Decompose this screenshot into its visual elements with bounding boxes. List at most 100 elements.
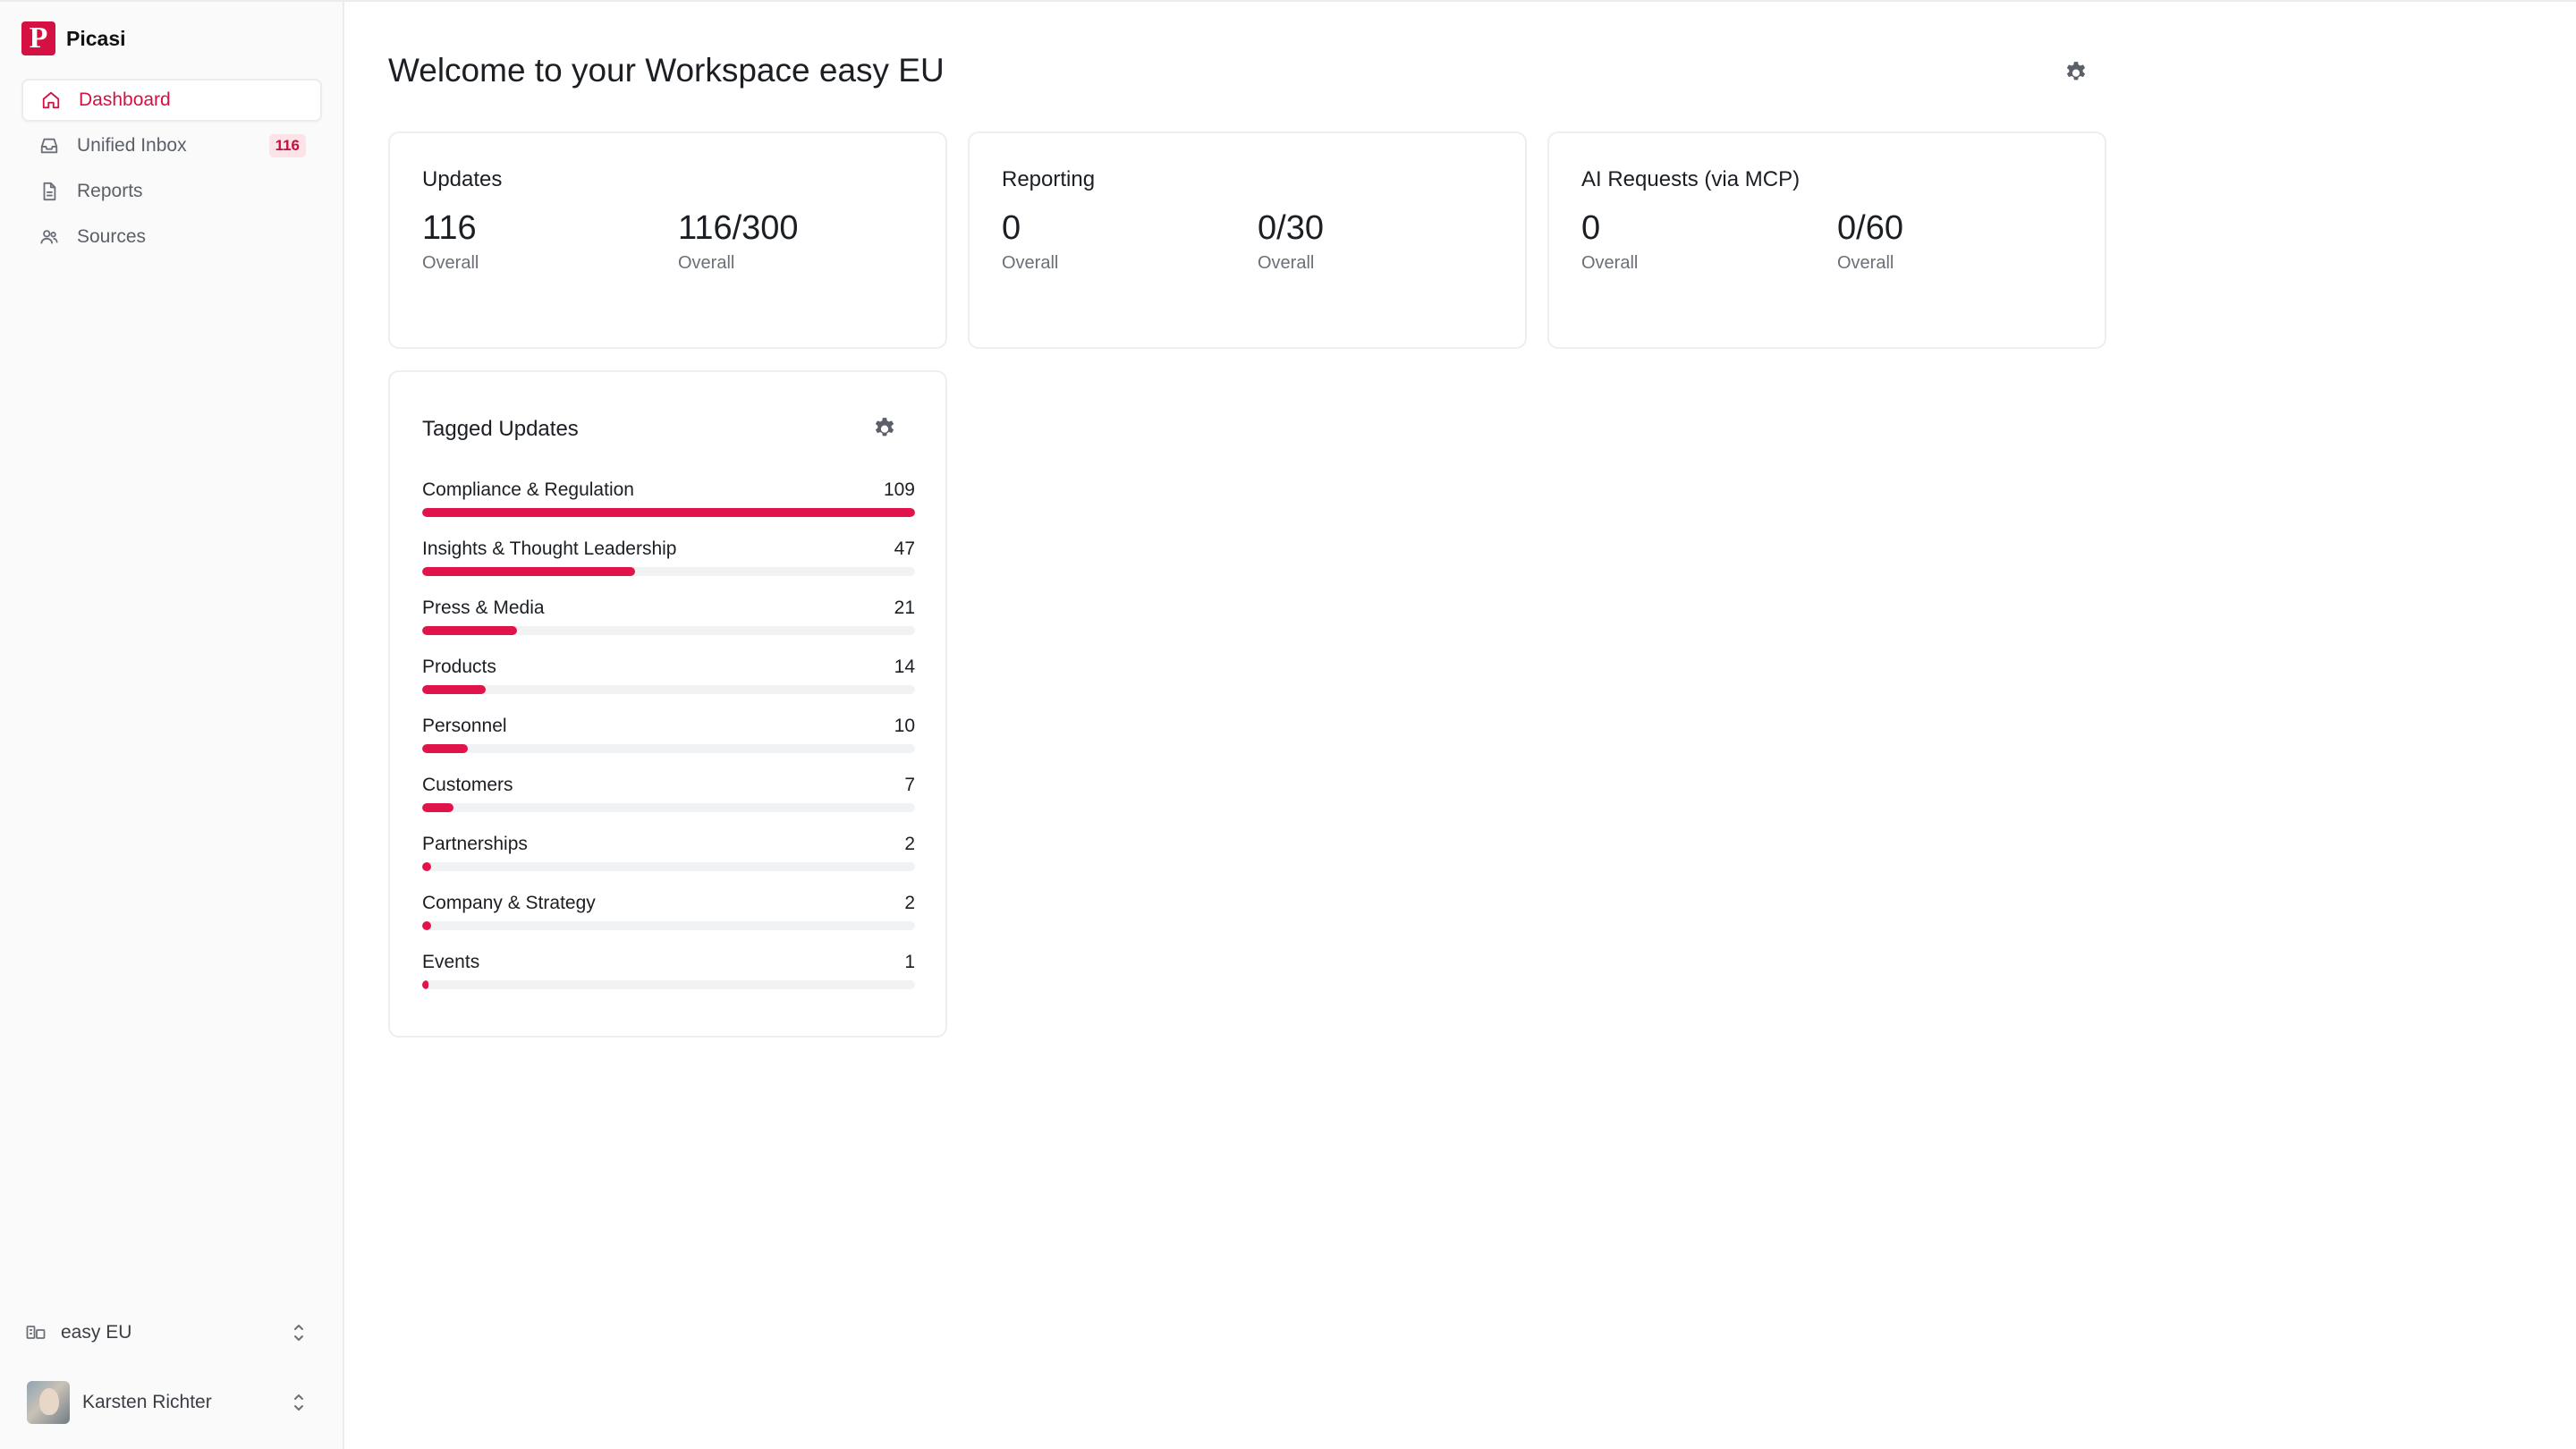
tag-row-header: Insights & Thought Leadership 47 xyxy=(422,538,915,560)
reporting-card: Reporting 0 Overall 0/30 Overall xyxy=(968,131,1527,349)
tag-count: 2 xyxy=(904,893,915,913)
home-icon xyxy=(41,90,61,110)
page-title: Welcome to your Workspace easy EU xyxy=(388,52,945,89)
stat-quota: 116/300 Overall xyxy=(678,209,799,274)
stat-value: 0/60 xyxy=(1837,209,1903,247)
tag-label: Press & Media xyxy=(422,597,545,618)
user-menu[interactable]: Karsten Richter xyxy=(27,1381,308,1424)
sidebar-item-sources[interactable]: Sources xyxy=(21,216,322,258)
tag-row[interactable]: Personnel 10 xyxy=(422,716,915,775)
updates-card: Updates 116 Overall 116/300 Overall xyxy=(388,131,947,349)
sidebar-item-unified-inbox[interactable]: Unified Inbox 116 xyxy=(21,124,322,167)
tag-count: 7 xyxy=(904,775,915,795)
tag-label: Insights & Thought Leadership xyxy=(422,538,677,559)
tag-row[interactable]: Customers 7 xyxy=(422,775,915,834)
tag-progress-fill xyxy=(422,508,915,517)
sidebar-item-dashboard[interactable]: Dashboard xyxy=(21,79,322,122)
stat-label: Overall xyxy=(1258,252,1315,273)
tag-row[interactable]: Insights & Thought Leadership 47 xyxy=(422,538,915,597)
tag-label: Personnel xyxy=(422,716,507,736)
tag-row[interactable]: Press & Media 21 xyxy=(422,597,915,657)
tag-progress-track xyxy=(422,744,915,753)
tag-label: Partnerships xyxy=(422,834,528,854)
ai-requests-card: AI Requests (via MCP) 0 Overall 0/60 Ove… xyxy=(1547,131,2106,349)
stat-quota: 0/30 Overall xyxy=(1258,209,1324,274)
tag-label: Company & Strategy xyxy=(422,893,596,913)
tag-row[interactable]: Company & Strategy 2 xyxy=(422,893,915,952)
sidebar-item-reports[interactable]: Reports xyxy=(21,170,322,213)
tag-progress-track xyxy=(422,803,915,812)
chevron-up-down-icon xyxy=(290,1321,308,1344)
tag-progress-fill xyxy=(422,803,454,812)
workspace-switcher[interactable]: easy EU xyxy=(25,1317,308,1349)
chevron-up-down-icon xyxy=(290,1391,308,1414)
user-name: Karsten Richter xyxy=(82,1392,212,1412)
tag-progress-track xyxy=(422,685,915,694)
tag-progress-fill xyxy=(422,626,518,635)
tag-label: Events xyxy=(422,952,480,972)
stat-label: Overall xyxy=(1002,252,1059,273)
tag-progress-track xyxy=(422,508,915,517)
picasi-logo-icon: P xyxy=(21,21,55,55)
sidebar-item-label: Dashboard xyxy=(79,89,171,110)
tagged-updates-card: Tagged Updates Compliance & Regulation 10… xyxy=(388,370,947,1038)
tag-progress-fill xyxy=(422,744,468,753)
tag-count: 14 xyxy=(894,657,915,677)
stat-value: 0 xyxy=(1581,209,1601,247)
tag-count: 109 xyxy=(883,479,915,500)
sidebar-nav: Dashboard Unified Inbox 116 Reports Sour… xyxy=(21,79,322,261)
tag-row-header: Personnel 10 xyxy=(422,716,915,737)
brand-name: Picasi xyxy=(66,26,126,50)
tag-row[interactable]: Products 14 xyxy=(422,657,915,716)
tag-progress-track xyxy=(422,980,915,989)
tag-count: 2 xyxy=(904,834,915,854)
file-icon xyxy=(39,182,59,201)
stat-label: Overall xyxy=(1837,252,1894,273)
sidebar: P Picasi Dashboard Unified Inbox 116 Rep… xyxy=(0,2,344,1449)
tag-row[interactable]: Compliance & Regulation 109 xyxy=(422,479,915,538)
sources-icon xyxy=(39,227,59,247)
sidebar-item-label: Unified Inbox xyxy=(77,135,187,156)
tag-label: Products xyxy=(422,657,496,677)
tag-row[interactable]: Partnerships 2 xyxy=(422,834,915,893)
tag-progress-fill xyxy=(422,980,428,989)
stat-overall: 116 Overall xyxy=(422,209,479,274)
tag-row-header: Customers 7 xyxy=(422,775,915,796)
tag-count: 1 xyxy=(904,952,915,972)
settings-gear-icon[interactable] xyxy=(871,415,898,442)
tag-progress-fill xyxy=(422,567,635,576)
card-title: Tagged Updates xyxy=(422,417,579,441)
tag-row-header: Press & Media 21 xyxy=(422,597,915,619)
stat-overall: 0 Overall xyxy=(1581,209,1639,274)
stat-label: Overall xyxy=(678,252,735,273)
unread-count-badge: 116 xyxy=(268,134,306,157)
tag-progress-track xyxy=(422,567,915,576)
avatar xyxy=(27,1381,70,1424)
tag-progress-fill xyxy=(422,685,486,694)
card-title: Updates xyxy=(422,167,503,191)
tag-list: Compliance & Regulation 109 Insights & Tho… xyxy=(422,479,915,1011)
stat-overall: 0 Overall xyxy=(1002,209,1059,274)
brand[interactable]: P Picasi xyxy=(21,21,126,55)
stat-label: Overall xyxy=(1581,252,1639,273)
tag-progress-fill xyxy=(422,862,432,871)
tag-progress-track xyxy=(422,921,915,930)
sidebar-item-label: Sources xyxy=(77,226,147,247)
stat-value: 116/300 xyxy=(678,209,799,247)
sidebar-item-label: Reports xyxy=(77,181,143,201)
tag-count: 21 xyxy=(894,597,915,618)
tag-row-header: Compliance & Regulation 109 xyxy=(422,479,915,501)
settings-gear-icon[interactable] xyxy=(2063,59,2089,86)
tag-row[interactable]: Events 1 xyxy=(422,952,915,1011)
stat-value: 116 xyxy=(422,209,477,247)
tag-row-header: Products 14 xyxy=(422,657,915,678)
stat-label: Overall xyxy=(422,252,479,273)
tag-progress-track xyxy=(422,626,915,635)
tag-row-header: Partnerships 2 xyxy=(422,834,915,855)
stat-value: 0 xyxy=(1002,209,1021,247)
tag-count: 47 xyxy=(894,538,915,559)
tag-label: Compliance & Regulation xyxy=(422,479,634,500)
tag-label: Customers xyxy=(422,775,513,795)
stat-value: 0/30 xyxy=(1258,209,1324,247)
app-window: P Picasi Dashboard Unified Inbox 116 Rep… xyxy=(0,0,2576,1449)
